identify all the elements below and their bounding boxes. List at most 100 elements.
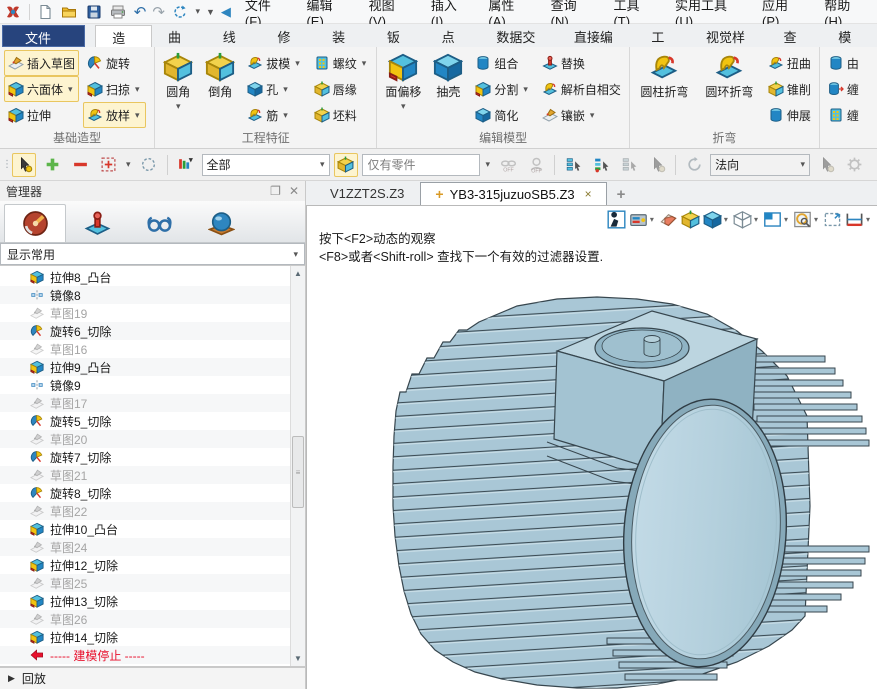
pick-mode-button[interactable]	[12, 153, 36, 177]
file-ribbon-tab[interactable]: 文件(F)	[2, 25, 85, 47]
entity-filter-combobox[interactable]: 全部▾	[202, 154, 330, 176]
spin-view-button[interactable]	[171, 2, 190, 22]
toolbar-drag-handle[interactable]: ⋮⋮	[2, 163, 8, 167]
tab-sheetmetal[interactable]: 钣金	[371, 25, 426, 47]
stock-button[interactable]: 坯料	[310, 102, 373, 128]
extrude-button[interactable]: 拉伸	[4, 102, 79, 128]
dropdown-arrow-icon[interactable]: ▾	[812, 215, 820, 224]
tree-row[interactable]: 镜像8	[0, 286, 290, 304]
tab-surface[interactable]: 曲面	[152, 25, 207, 47]
float-panel-icon[interactable]: ❐	[270, 185, 281, 197]
scroll-thumb[interactable]: ≡	[292, 436, 304, 508]
revolve-button[interactable]: 旋转	[83, 50, 146, 76]
new-tab-button[interactable]: +	[609, 186, 634, 205]
dropdown-arrow-icon[interactable]: ▾	[360, 58, 369, 69]
dropdown-arrow-icon[interactable]: ▾	[133, 84, 142, 95]
customize-dropdown-icon[interactable]: ▼	[206, 7, 215, 17]
sweep-button[interactable]: 扫掠▾	[83, 76, 146, 102]
face-offset-button[interactable]: 面偏移▾	[381, 50, 425, 113]
toroidal-bend-button[interactable]: 圆环折弯	[699, 50, 760, 102]
shell-button[interactable]: 抽壳	[429, 50, 467, 102]
document-tab-inactive[interactable]: V1ZZT2S.Z3	[316, 182, 418, 205]
dropdown-arrow-icon[interactable]: ▾	[588, 110, 597, 121]
tree-row[interactable]: 草图25	[0, 574, 290, 592]
tree-row[interactable]: 旋转8_切除	[0, 484, 290, 502]
loft-button[interactable]: 放样▾	[83, 102, 146, 128]
tab-visibility-manager[interactable]	[128, 204, 190, 242]
tree-row[interactable]: 拉伸12_切除	[0, 556, 290, 574]
tab-history-manager[interactable]	[4, 204, 66, 242]
view-layout-button[interactable]: ▾	[762, 209, 791, 230]
zoom-fit-button[interactable]	[822, 209, 843, 230]
tree-row[interactable]: 镜像9	[0, 376, 290, 394]
dropdown-arrow-icon[interactable]: ▾	[521, 84, 530, 95]
link-off-button[interactable]	[496, 153, 520, 177]
tab-wireframe[interactable]: 线框	[207, 25, 262, 47]
tab-repair[interactable]: 修复	[261, 25, 316, 47]
tree-row[interactable]: 拉伸10_凸台	[0, 520, 290, 538]
pick-settings-cursor-button[interactable]	[814, 153, 838, 177]
tree-row[interactable]: 草图17	[0, 394, 290, 412]
orientation-combobox[interactable]: 法向▾	[710, 154, 810, 176]
close-tab-icon[interactable]: ×	[581, 187, 592, 201]
pick-list-colored-button[interactable]	[589, 153, 613, 177]
chevron-down-icon[interactable]: ▾	[320, 159, 325, 170]
resolve-selfintersection-button[interactable]: 解析自相交	[538, 76, 625, 102]
reorient-button[interactable]	[682, 153, 706, 177]
expand-arrow-icon[interactable]: ▶	[8, 673, 15, 684]
exit-part-button[interactable]	[606, 209, 627, 230]
tab-assembly-manager[interactable]	[66, 204, 128, 242]
taper-button[interactable]: 锥削	[764, 76, 815, 102]
display-filter-combobox[interactable]: 显示常用▾	[0, 243, 305, 265]
cylindrical-bend-button[interactable]: 圆柱折弯	[634, 50, 695, 102]
tree-row-history-stop[interactable]: ----- 建模停止 -----	[0, 646, 290, 664]
viewport-3d[interactable]: ▾ ▾ ▾ ▾ ▾ ▾ 按下<F2>动态的观察 <F8>或者<Shift-rol…	[306, 205, 877, 689]
scroll-down-icon[interactable]: ▼	[291, 651, 305, 666]
wrap-button-1[interactable]: 由	[824, 50, 863, 76]
dropdown-arrow-icon[interactable]: ▾	[293, 58, 302, 69]
zoom-window-button[interactable]: ▾	[792, 209, 821, 230]
inlay-button[interactable]: 镶嵌▾	[538, 102, 625, 128]
wrap-button-2[interactable]: 缠	[824, 76, 863, 102]
wrap-button-3[interactable]: 缠	[824, 102, 863, 128]
shaded-display-button[interactable]: ▾	[702, 209, 731, 230]
dropdown-arrow-icon[interactable]: ▾	[66, 84, 75, 95]
close-panel-icon[interactable]: ✕	[289, 185, 299, 197]
tab-pointcloud[interactable]: 点云	[426, 25, 481, 47]
tree-row[interactable]: 拉伸13_切除	[0, 592, 290, 610]
stretch-button[interactable]: 伸展	[764, 102, 815, 128]
tab-dataexchange[interactable]: 数据交换	[480, 25, 557, 47]
measure-button[interactable]: ▾	[844, 209, 873, 230]
tab-shape[interactable]: 造型	[95, 25, 152, 47]
fillet-button[interactable]: 圆角▾	[159, 50, 197, 113]
document-tab-active[interactable]: + YB3-315juzuoSB5.Z3 ×	[420, 182, 606, 205]
dropdown-arrow-icon[interactable]: ▾	[124, 159, 133, 170]
dropdown-arrow-icon[interactable]: ▾	[281, 84, 290, 95]
tree-row[interactable]: 草图22	[0, 502, 290, 520]
replace-button[interactable]: 替换	[538, 50, 625, 76]
quickbar-dropdown-icon[interactable]: ▾	[195, 6, 200, 17]
box-button[interactable]: 六面体▾	[4, 76, 79, 102]
dropdown-arrow-icon[interactable]: ▾	[484, 159, 493, 170]
tab-directedit[interactable]: 直接编辑	[558, 25, 635, 47]
dropdown-arrow-icon[interactable]: ▾	[752, 215, 760, 224]
combine-button[interactable]: 组合	[471, 50, 534, 76]
tab-inquire[interactable]: 查询	[768, 25, 823, 47]
dropdown-arrow-icon[interactable]: ▾	[864, 215, 872, 224]
scroll-up-icon[interactable]: ▲	[291, 266, 305, 281]
tab-tools[interactable]: 工具	[635, 25, 690, 47]
scope-pick-button[interactable]	[334, 153, 358, 177]
tree-row[interactable]: 旋转7_切除	[0, 448, 290, 466]
save-button[interactable]	[85, 2, 104, 22]
scope-field[interactable]	[362, 154, 480, 176]
tab-assembly[interactable]: 装配	[316, 25, 371, 47]
new-file-button[interactable]	[35, 2, 54, 22]
motor-housing-model[interactable]	[307, 206, 877, 689]
visual-manager-button[interactable]: ▾	[628, 209, 657, 230]
tree-row[interactable]: 旋转5_切除	[0, 412, 290, 430]
twist-button[interactable]: 扭曲	[764, 50, 815, 76]
lasso-select-button[interactable]	[137, 153, 161, 177]
tab-mold[interactable]: 模具	[822, 25, 877, 47]
undo-button[interactable]: ↶	[134, 3, 147, 21]
tree-row[interactable]: 旋转6_切除	[0, 322, 290, 340]
